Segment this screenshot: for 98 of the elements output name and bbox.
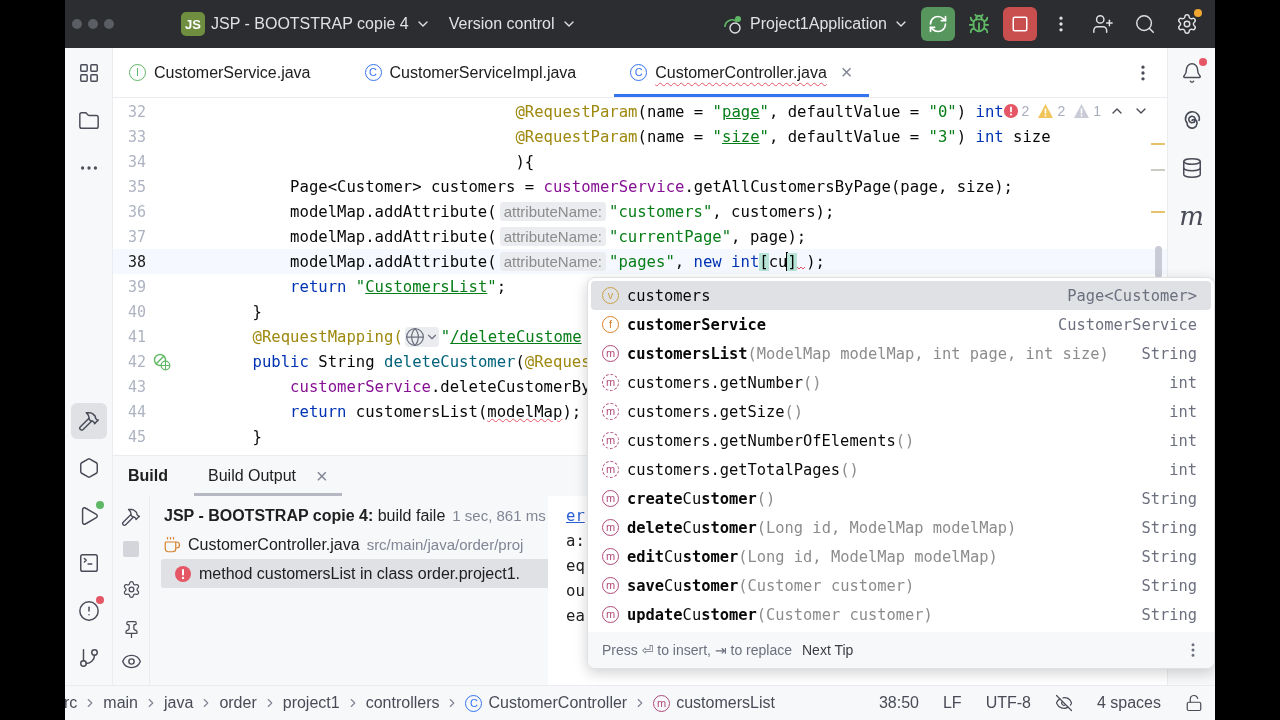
tree-item[interactable]: CustomerController.java src/main/java/order/proj [150, 530, 548, 559]
code-line: ){ [515, 152, 535, 171]
close-icon[interactable]: × [840, 61, 853, 84]
editor-tab[interactable]: I CustomerService.java [113, 48, 327, 97]
refresh-icon [928, 14, 948, 34]
code-line: return "CustomersList"; [290, 277, 507, 296]
completion-item[interactable]: v customers Page<Customer> [591, 281, 1211, 310]
breadcrumb[interactable]: java [164, 694, 194, 712]
breadcrumb[interactable]: C CustomerController [465, 694, 628, 712]
code-line: Page<Customer> customers = customerService.getAllCustomersByPage(page, size); [290, 177, 1013, 196]
breadcrumb[interactable]: m customersList [653, 694, 775, 712]
hammer-icon[interactable] [70, 402, 107, 439]
code-line: modelMap.addAttribute( [290, 202, 497, 221]
caret-position[interactable]: 38:50 [878, 694, 919, 712]
console-text: ea [566, 606, 585, 627]
project-badge: JS [181, 12, 205, 36]
code-line: modelMap.addAttribute( [290, 252, 497, 271]
completion-hint: Press ⏎ to insert, ⇥ to replace [602, 642, 792, 658]
code-line: "pages", new int[cu] ); [609, 252, 825, 271]
line-number: 39 [126, 277, 146, 296]
code-line: "/deleteCustome [440, 327, 582, 346]
code-line: @RequestParam(name = "page", defaultValue = "0") int [515, 102, 1004, 121]
rerun-button[interactable] [921, 7, 955, 41]
line-number: 45 [126, 427, 146, 446]
scroll-marker[interactable] [1151, 143, 1165, 145]
completion-item[interactable]: f customerService CustomerService [591, 310, 1211, 339]
completion-item[interactable]: m createCustomer() String [591, 484, 1211, 513]
tree-item[interactable]: JSP - BOOTSTRAP copie 4: build faile 1 sec, 861 ms [150, 501, 548, 530]
eye-off-icon[interactable] [1054, 694, 1073, 712]
editor-tab[interactable]: C CustomerServiceImpl.java [348, 48, 593, 97]
alert-icon[interactable] [77, 599, 100, 622]
scroll-marker[interactable] [1151, 169, 1165, 171]
code-line: @RequestMapping( [252, 327, 403, 346]
line-number: 37 [126, 227, 146, 246]
code-line: modelMap.addAttribute( [290, 227, 497, 246]
line-number: 41 [126, 327, 146, 346]
square-icon [1011, 15, 1029, 33]
parameter-hint: attributeName: [499, 252, 607, 271]
breadcrumb[interactable]: project1 [282, 694, 340, 712]
code-line: @RequestParam(name = "size", defaultValue = "3") int size [515, 127, 1051, 146]
panel-tab[interactable]: Build Output × [194, 456, 342, 496]
completion-item[interactable]: m customers.getSize() int [591, 397, 1211, 426]
line-number: 36 [126, 202, 146, 221]
line-number: 38 [126, 252, 146, 271]
console-link[interactable]: er [566, 504, 585, 529]
completion-item[interactable]: m customers.getNumber() int [591, 368, 1211, 397]
breadcrumb[interactable]: main [103, 694, 138, 712]
next-tip-link[interactable]: Next Tip [802, 642, 854, 658]
completion-item[interactable]: m deleteCustomer(Long id, ModelMap modelMap) String [591, 513, 1211, 542]
line-number: 33 [126, 127, 146, 146]
editor-tab[interactable]: C CustomerController.java × [614, 48, 869, 97]
parameter-hint: attributeName: [499, 202, 607, 221]
line-number: 43 [126, 377, 146, 396]
tree-item[interactable]: method customersList in class order.project1. [161, 559, 548, 588]
line-separator[interactable]: LF [942, 694, 962, 712]
console-text: a: [566, 531, 585, 552]
project-selector[interactable]: JS JSP - BOOTSTRAP copie 4 [175, 7, 437, 41]
scroll-marker[interactable] [1151, 211, 1165, 213]
file-encoding[interactable]: UTF-8 [985, 694, 1031, 712]
panel-title: Build [128, 467, 168, 485]
vcs-selector[interactable]: Version control [442, 7, 583, 41]
console-text: eq [566, 556, 585, 577]
line-number: 40 [126, 302, 146, 321]
lock-icon[interactable] [1185, 694, 1203, 712]
code-line: "customers", customers); [609, 202, 835, 221]
stop-button[interactable] [1003, 7, 1037, 41]
code-line: } [252, 427, 262, 446]
line-number: 34 [126, 152, 146, 171]
java-file-icon [163, 535, 181, 554]
run-config-selector[interactable]: Project1Application [716, 7, 915, 41]
line-number: 42 [126, 352, 146, 371]
completion-item[interactable]: m customers.getNumberOfElements() int [591, 426, 1211, 455]
maven-button[interactable]: m [1173, 197, 1210, 234]
notifications-icon[interactable] [1180, 62, 1203, 84]
indent-setting[interactable]: 4 spaces [1096, 694, 1161, 712]
line-number: 32 [126, 102, 146, 121]
breadcrumb[interactable]: order [219, 694, 257, 712]
globe-icon[interactable] [404, 326, 439, 347]
code-line: public String deleteCustomer(@Reques [252, 352, 591, 371]
settings-icon[interactable] [1176, 13, 1198, 35]
console-text: ou [566, 581, 585, 602]
line-number: 44 [126, 402, 146, 421]
completion-item[interactable]: m editCustomer(Long id, ModelMap modelMap) String [591, 542, 1211, 571]
completion-item[interactable]: m updateCustomer(Customer customer) String [591, 600, 1211, 629]
breadcrumb[interactable]: controllers [365, 694, 440, 712]
breadcrumb[interactable]: rc [65, 694, 78, 712]
code-line: return customersList(modelMap); [290, 402, 582, 421]
code-line: customerService.deleteCustomerBy [290, 377, 591, 396]
completion-item[interactable]: m customers.getTotalPages() int [591, 455, 1211, 484]
code-line: } [252, 302, 262, 321]
parameter-hint: attributeName: [499, 227, 607, 246]
close-icon[interactable]: × [316, 464, 328, 488]
scrollbar-thumb[interactable] [1155, 246, 1162, 278]
line-number: 35 [126, 177, 146, 196]
completion-item[interactable]: m saveCustomer(Customer customer) String [591, 571, 1211, 600]
completion-item[interactable]: m customersList(ModelMap modelMap, int page, int size) String [591, 339, 1211, 368]
error-icon [174, 564, 192, 583]
code-line: "currentPage", page); [609, 227, 807, 246]
